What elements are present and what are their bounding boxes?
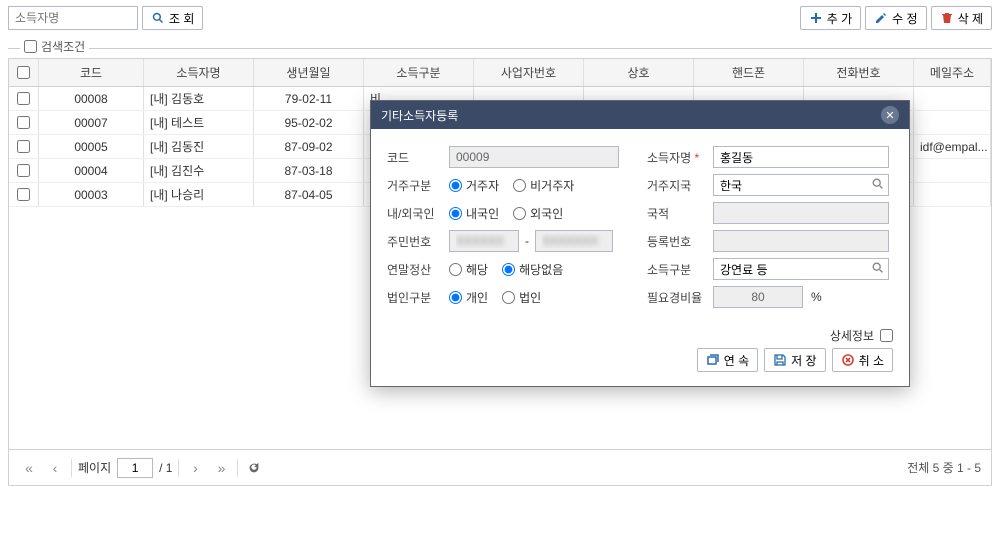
label-regno: 등록번호	[647, 233, 713, 250]
percent-label: %	[811, 290, 822, 304]
row-checkbox[interactable]	[17, 188, 30, 201]
col-company[interactable]: 상호	[584, 59, 694, 86]
page-total: / 1	[159, 461, 172, 475]
delete-button[interactable]: 삭 제	[931, 6, 992, 30]
col-email[interactable]: 메일주소	[914, 59, 991, 86]
radio-resident[interactable]: 거주자	[449, 177, 499, 194]
label-ratio: 필요경비율	[647, 289, 713, 306]
dialog-header[interactable]: 기타소득자등록 ✕	[371, 101, 909, 129]
search-condition-title: 검색조건	[20, 38, 89, 55]
plus-icon	[809, 11, 823, 25]
label-nation: 국적	[647, 205, 713, 222]
row-checkbox[interactable]	[17, 116, 30, 129]
last-page-button[interactable]: »	[211, 458, 231, 478]
add-label: 추 가	[827, 10, 852, 27]
col-mobile[interactable]: 핸드폰	[694, 59, 804, 86]
col-tel[interactable]: 전화번호	[804, 59, 914, 86]
close-icon[interactable]: ✕	[881, 106, 899, 124]
rrn-field-2[interactable]	[535, 230, 613, 252]
save-button[interactable]: 저 장	[764, 348, 825, 372]
radio-nonresident[interactable]: 비거주자	[513, 177, 574, 194]
label-rrn: 주민번호	[387, 233, 449, 250]
radio-corporation[interactable]: 법인	[502, 289, 541, 306]
continue-icon	[706, 353, 720, 367]
label-name: 소득자명 *	[647, 149, 713, 166]
radio-individual[interactable]: 개인	[449, 289, 488, 306]
page-label: 페이지	[78, 459, 111, 476]
delete-label: 삭 제	[958, 10, 983, 27]
label-incometype: 소득구분	[647, 261, 713, 278]
nation-field	[713, 202, 889, 224]
incometype-field[interactable]	[713, 258, 889, 280]
pager: « ‹ 페이지 / 1 › » 전체 5 중 1 - 5	[9, 449, 991, 485]
detail-checkbox[interactable]	[880, 329, 893, 342]
col-code[interactable]: 코드	[39, 59, 144, 86]
country-field[interactable]	[713, 174, 889, 196]
pager-status: 전체 5 중 1 - 5	[907, 459, 981, 476]
radio-notapply[interactable]: 해당없음	[502, 261, 563, 278]
label-domfor: 내/외국인	[387, 205, 449, 222]
toolbar: 조 회 추 가 수 정 삭 제	[0, 0, 1000, 36]
cancel-button[interactable]: 취 소	[832, 348, 893, 372]
row-checkbox[interactable]	[17, 140, 30, 153]
rrn-field-1[interactable]	[449, 230, 519, 252]
search-input[interactable]	[8, 6, 138, 30]
save-label: 저 장	[791, 352, 816, 369]
edit-button[interactable]: 수 정	[865, 6, 926, 30]
query-button[interactable]: 조 회	[142, 6, 203, 30]
col-birth[interactable]: 생년월일	[254, 59, 364, 86]
prev-page-button[interactable]: ‹	[45, 458, 65, 478]
col-name[interactable]: 소득자명	[144, 59, 254, 86]
pencil-icon	[874, 11, 888, 25]
row-checkbox[interactable]	[17, 164, 30, 177]
save-icon	[773, 353, 787, 367]
next-page-button[interactable]: ›	[185, 458, 205, 478]
edit-label: 수 정	[892, 10, 917, 27]
search-condition-checkbox[interactable]	[24, 40, 37, 53]
regno-field	[713, 230, 889, 252]
col-type[interactable]: 소득구분	[364, 59, 474, 86]
refresh-button[interactable]	[244, 458, 264, 478]
label-code: 코드	[387, 149, 449, 166]
code-field	[449, 146, 619, 168]
continue-button[interactable]: 연 속	[697, 348, 758, 372]
register-dialog: 기타소득자등록 ✕ 코드 소득자명 * 거주구분 거주자 비거주자 거주지국	[370, 100, 910, 387]
lookup-icon[interactable]	[871, 177, 885, 191]
select-all-checkbox[interactable]	[17, 66, 30, 79]
ratio-field	[713, 286, 803, 308]
trash-icon	[940, 11, 954, 25]
label-yearend: 연말정산	[387, 261, 449, 278]
label-residency: 거주구분	[387, 177, 449, 194]
label-country: 거주지국	[647, 177, 713, 194]
radio-foreign[interactable]: 외국인	[513, 205, 563, 222]
lookup-icon[interactable]	[871, 261, 885, 275]
query-label: 조 회	[169, 10, 194, 27]
page-input[interactable]	[117, 458, 153, 478]
add-button[interactable]: 추 가	[800, 6, 861, 30]
search-icon	[151, 11, 165, 25]
continue-label: 연 속	[724, 352, 749, 369]
dialog-title: 기타소득자등록	[381, 107, 458, 124]
search-condition-label: 검색조건	[41, 38, 85, 55]
grid-header: 코드 소득자명 생년월일 소득구분 사업자번호 상호 핸드폰 전화번호 메일주소	[9, 59, 991, 87]
first-page-button[interactable]: «	[19, 458, 39, 478]
radio-domestic[interactable]: 내국인	[449, 205, 499, 222]
row-checkbox[interactable]	[17, 92, 30, 105]
radio-apply[interactable]: 해당	[449, 261, 488, 278]
label-corp: 법인구분	[387, 289, 449, 306]
cancel-icon	[841, 353, 855, 367]
col-biz[interactable]: 사업자번호	[474, 59, 584, 86]
name-field[interactable]	[713, 146, 889, 168]
detail-label: 상세정보	[830, 327, 874, 344]
cancel-label: 취 소	[859, 352, 884, 369]
